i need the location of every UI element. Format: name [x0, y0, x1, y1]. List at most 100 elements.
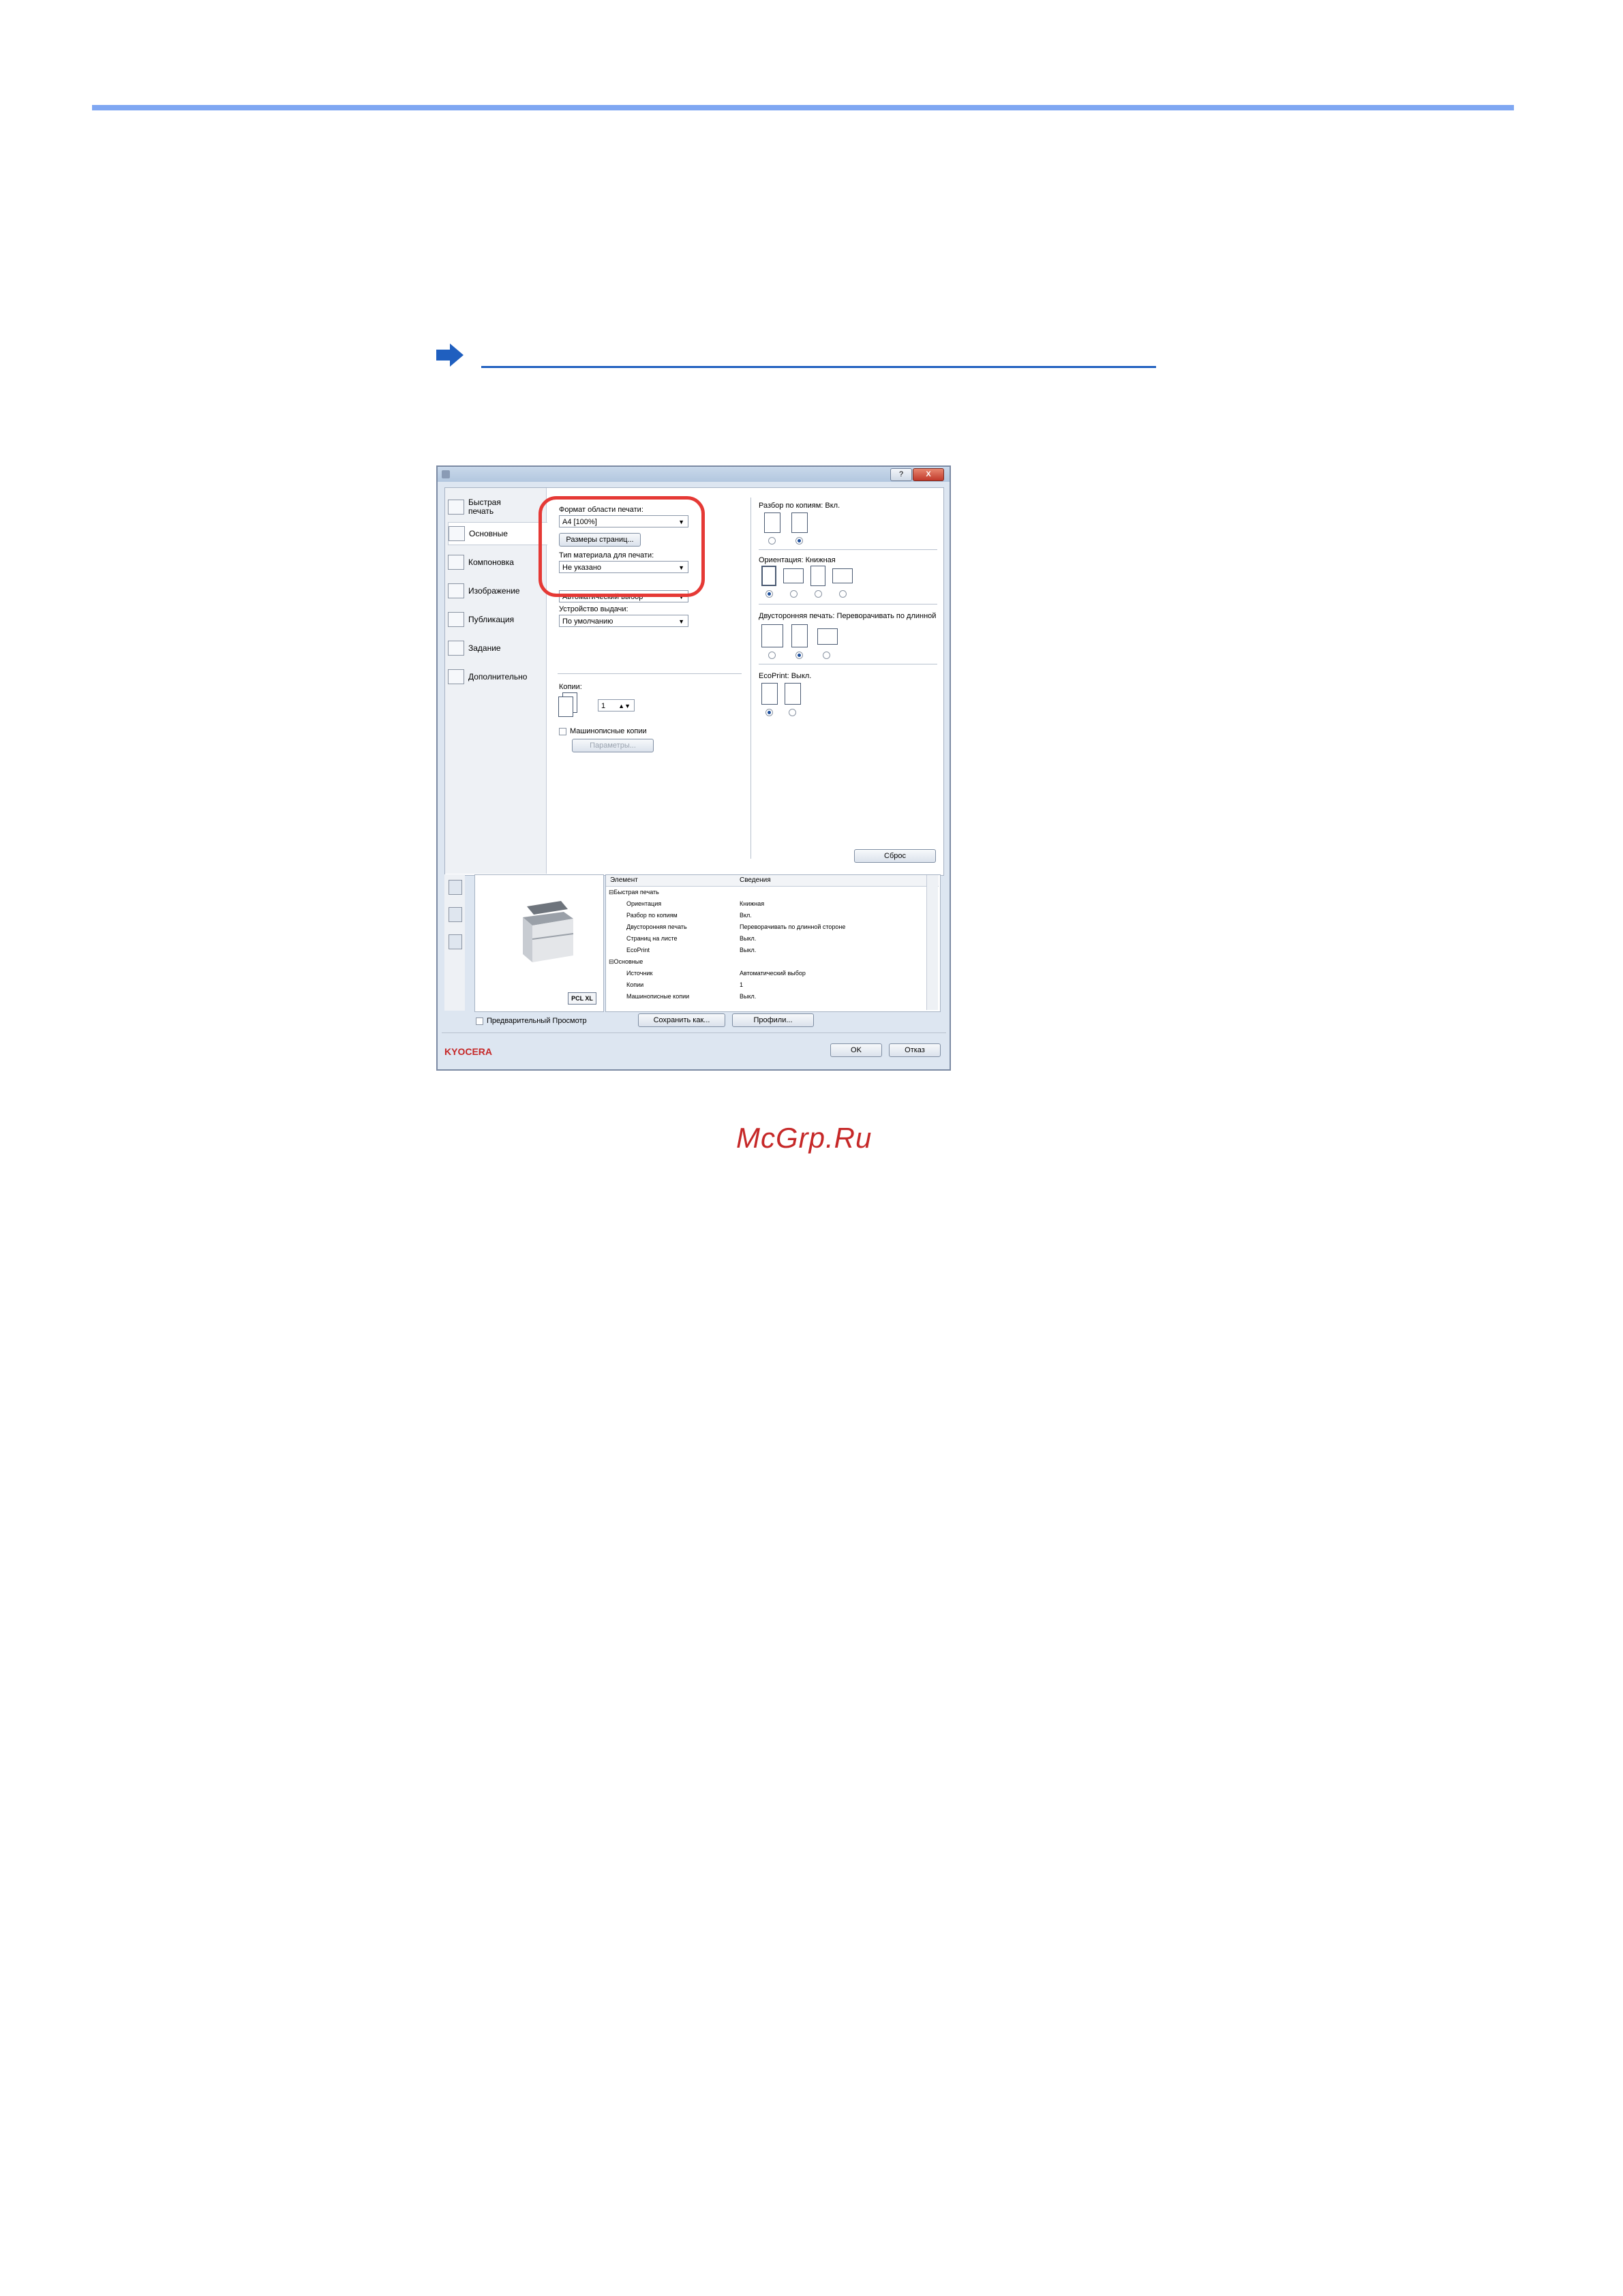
row-value: Переворачивать по длинной стороне	[740, 923, 846, 930]
orientation-landscape-radio[interactable]	[790, 590, 798, 598]
row-item: Двусторонняя печать	[626, 923, 687, 930]
save-as-button[interactable]: Сохранить как...	[638, 1013, 725, 1027]
advanced-icon	[448, 669, 464, 684]
image-icon	[448, 583, 464, 598]
tab-label: Изображение	[468, 586, 520, 596]
row-value: Выкл.	[740, 935, 757, 942]
tab-publishing[interactable]: Публикация	[448, 608, 549, 631]
table-row: EcoPrint Выкл.	[606, 947, 926, 954]
duplex-short-edge-radio[interactable]	[823, 652, 830, 659]
ok-button[interactable]: OK	[830, 1043, 882, 1057]
reference-arrow-icon	[436, 343, 464, 367]
title-bar[interactable]: ? X	[438, 467, 950, 482]
row-item: EcoPrint	[626, 947, 650, 953]
tab-label: Задание	[468, 643, 501, 653]
ecoprint-label-text: EcoPrint:	[759, 672, 789, 680]
reference-link-underline[interactable]	[481, 366, 1156, 368]
settings-summary-table: Элемент Сведения ⊟Быстрая печать Ориентац…	[605, 874, 941, 1012]
tab-image[interactable]: Изображение	[448, 579, 549, 602]
collated-checkbox[interactable]	[559, 728, 566, 735]
tab-advanced[interactable]: Дополнительно	[448, 665, 549, 688]
divider	[558, 673, 742, 674]
row-item: Источник	[626, 970, 653, 977]
watermark: McGrp.Ru	[736, 1122, 873, 1154]
duplex-long-edge-radio[interactable]	[795, 652, 803, 659]
collated-label: Машинописные копии	[570, 727, 647, 735]
row-item: Ориентация	[626, 900, 662, 907]
orientation-label: Ориентация: Книжная	[759, 556, 836, 564]
ecoprint-off-radio[interactable]	[765, 709, 773, 716]
tab-label: Компоновка	[468, 557, 514, 567]
column-divider	[750, 498, 751, 859]
orientation-portrait-rotated-radio[interactable]	[815, 590, 822, 598]
row-value: Вкл.	[740, 912, 752, 919]
ecoprint-value: Выкл.	[791, 672, 812, 680]
quick-print-icon	[448, 500, 464, 515]
column-header-value: Сведения	[740, 876, 771, 884]
preview-checkbox[interactable]	[476, 1017, 483, 1025]
row-value: Книжная	[740, 900, 765, 907]
orientation-value: Книжная	[805, 556, 836, 564]
tab-layout[interactable]: Компоновка	[448, 551, 549, 574]
copies-label: Копии:	[559, 683, 582, 691]
duplex-off-icon	[761, 624, 783, 647]
collate-on-radio[interactable]	[795, 537, 803, 545]
copies-value: 1	[601, 702, 606, 710]
duplex-value: Переворачивать по длинной	[836, 612, 937, 620]
color-view-icon[interactable]	[449, 934, 462, 949]
ecoprint-on-radio[interactable]	[789, 709, 796, 716]
help-button[interactable]: ?	[890, 468, 912, 481]
collate-on-icon	[791, 512, 808, 533]
collate-off-radio[interactable]	[768, 537, 776, 545]
copies-stepper[interactable]: 1 ▲▼	[598, 699, 635, 711]
row-item: Копии	[626, 981, 644, 988]
layout-icon	[448, 555, 464, 570]
output-value: По умолчанию	[562, 617, 613, 626]
ecoprint-label: EcoPrint: Выкл.	[759, 672, 811, 680]
output-select[interactable]: По умолчанию ▼	[559, 615, 688, 627]
row-value: Автоматический выбор	[740, 970, 806, 977]
duplex-short-edge-icon	[817, 628, 838, 645]
tab-label: Публикация	[468, 615, 515, 624]
parameters-button[interactable]: Параметры...	[572, 739, 654, 752]
orientation-landscape-rotated-radio[interactable]	[839, 590, 847, 598]
orientation-portrait-rotated-icon	[810, 566, 825, 586]
output-label: Устройство выдачи:	[559, 605, 628, 613]
job-icon	[448, 641, 464, 656]
top-rule	[92, 105, 1514, 110]
printer-preview: PCL XL	[474, 874, 604, 1012]
row-item: ⊟Быстрая печать	[609, 889, 659, 896]
table-scrollbar[interactable]	[926, 875, 938, 1010]
document-view-icon[interactable]	[449, 907, 462, 922]
table-row: Страниц на листе Выкл.	[606, 935, 926, 943]
cancel-button[interactable]: Отказ	[889, 1043, 941, 1057]
duplex-off-radio[interactable]	[768, 652, 776, 659]
duplex-long-edge-icon	[791, 624, 808, 647]
printer-image-icon	[523, 901, 574, 962]
brand-logo: KYOCERA	[444, 1046, 493, 1057]
tab-basic[interactable]: Основные	[448, 522, 547, 545]
row-value: 1	[740, 981, 744, 988]
reset-button[interactable]: Сброс	[854, 849, 936, 863]
preview-label: Предварительный Просмотр	[487, 1017, 587, 1025]
close-button[interactable]: X	[913, 468, 944, 481]
tab-job[interactable]: Задание	[448, 637, 549, 660]
row-item: Страниц на листе	[626, 935, 678, 942]
table-header: Элемент Сведения	[606, 875, 939, 887]
tab-label: Быстрая печать	[468, 498, 501, 516]
profiles-button[interactable]: Профили...	[732, 1013, 814, 1027]
copies-icon-back	[558, 697, 573, 717]
basic-icon	[449, 526, 465, 541]
ecoprint-on-icon	[785, 683, 801, 705]
collate-label: Разбор по копиям: Вкл.	[759, 502, 840, 510]
table-row: Копии 1	[606, 981, 926, 989]
tab-quick-print[interactable]: Быстрая печать	[448, 493, 549, 521]
ecoprint-off-icon	[761, 683, 778, 705]
tab-list: Быстрая печать Основные Компоновка Изобр…	[445, 488, 547, 874]
printer-view-icon[interactable]	[449, 880, 462, 895]
publishing-icon	[448, 612, 464, 627]
tab-label: Дополнительно	[468, 672, 528, 682]
row-value: Выкл.	[740, 993, 757, 1000]
orientation-portrait-radio[interactable]	[765, 590, 773, 598]
collate-label-text: Разбор по копиям:	[759, 502, 823, 510]
